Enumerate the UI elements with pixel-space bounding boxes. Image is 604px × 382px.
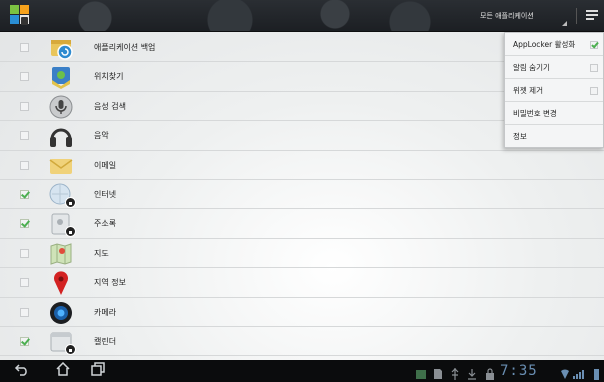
wifi-icon[interactable] [560,365,570,379]
menu-item-label: 알림 숨기기 [513,63,550,72]
internet-icon [48,182,76,208]
menu-item-label: 비밀번호 변경 [513,109,557,118]
battery-icon[interactable] [594,365,604,380]
app-name: 지역 정보 [94,278,126,288]
app-name: 인터넷 [94,189,117,199]
lock-checkbox[interactable] [20,248,29,258]
places-icon [48,270,74,296]
lock-checkbox[interactable] [20,160,29,170]
action-bar: 모든 애플리케이션 [0,0,604,32]
lock-status-icon[interactable] [485,365,495,380]
lock-badge-icon [65,196,76,208]
app-name: 카메라 [94,307,117,317]
home-icon[interactable] [53,361,73,380]
lock-checkbox[interactable] [20,336,29,346]
app-name: 음악 [94,131,109,141]
lock-badge-icon [65,226,76,238]
menu-item-label: 위젯 제거 [513,86,543,95]
app-name: 지도 [94,248,109,258]
menu-item-label: 정보 [513,132,527,141]
list-item[interactable]: 주소록 [0,209,604,239]
menu-item-info[interactable]: 정보 [505,125,603,148]
app-name: 위치찾기 [94,72,124,82]
app-name: 음성 검색 [94,101,126,111]
app-name: 캘린더 [94,336,117,346]
voice-search-icon [48,94,74,120]
sd-card-icon[interactable] [433,365,443,379]
email-icon [48,153,74,179]
list-item[interactable]: 이메일 [0,151,604,180]
lock-badge-icon [65,343,76,355]
app-name: 주소록 [94,219,117,229]
gallery-notification-icon[interactable] [416,365,426,379]
divider [576,8,577,24]
lock-checkbox[interactable] [20,307,29,317]
list-item[interactable]: 카메라 [0,298,604,327]
lock-checkbox[interactable] [20,43,29,52]
list-item[interactable]: 지도 [0,239,604,269]
menu-item-label: AppLocker 활성화 [513,40,576,49]
app-filter-dropdown[interactable]: 모든 애플리케이션 [470,0,575,32]
list-item[interactable]: 지역 정보 [0,268,604,298]
app-name: 애플리케이션 백업 [94,43,156,52]
clock[interactable]: 7:35 [500,362,538,380]
lock-checkbox[interactable] [20,101,29,111]
menu-checkbox[interactable] [590,41,598,49]
lock-checkbox[interactable] [20,219,29,229]
menu-checkbox[interactable] [590,87,598,95]
lock-checkbox[interactable] [20,131,29,141]
usb-icon[interactable] [450,365,460,380]
contacts-icon [48,211,76,238]
maps-icon [48,241,74,267]
lock-checkbox[interactable] [20,72,29,82]
download-icon[interactable] [467,365,477,380]
lock-checkbox[interactable] [20,189,29,199]
list-item[interactable]: 인터넷 [0,180,604,210]
overflow-menu-icon[interactable] [586,10,598,22]
location-finder-icon [48,64,74,90]
lock-checkbox[interactable] [20,278,29,288]
menu-checkbox[interactable] [590,64,598,72]
menu-item-change-password[interactable]: 비밀번호 변경 [505,102,603,125]
camera-icon [48,300,74,326]
list-item[interactable]: 캘린더 [0,327,604,357]
backup-icon [48,35,74,61]
recent-apps-icon[interactable] [88,362,108,380]
applocker-app-icon[interactable] [10,5,30,27]
signal-icon[interactable] [573,365,584,379]
back-icon[interactable] [12,362,32,380]
system-bar: 7:35 [0,360,604,382]
app-filter-label: 모든 애플리케이션 [480,12,534,20]
dropdown-corner-icon [562,21,567,26]
overflow-menu: AppLocker 활성화 알림 숨기기 위젯 제거 비밀번호 변경 정보 [504,32,604,148]
music-icon [48,123,74,149]
menu-item-applocker-enable[interactable]: AppLocker 활성화 [505,33,603,56]
app-name: 이메일 [94,160,117,170]
calendar-icon [48,329,76,355]
menu-item-remove-widget[interactable]: 위젯 제거 [505,79,603,102]
menu-item-hide-notification[interactable]: 알림 숨기기 [505,56,603,79]
